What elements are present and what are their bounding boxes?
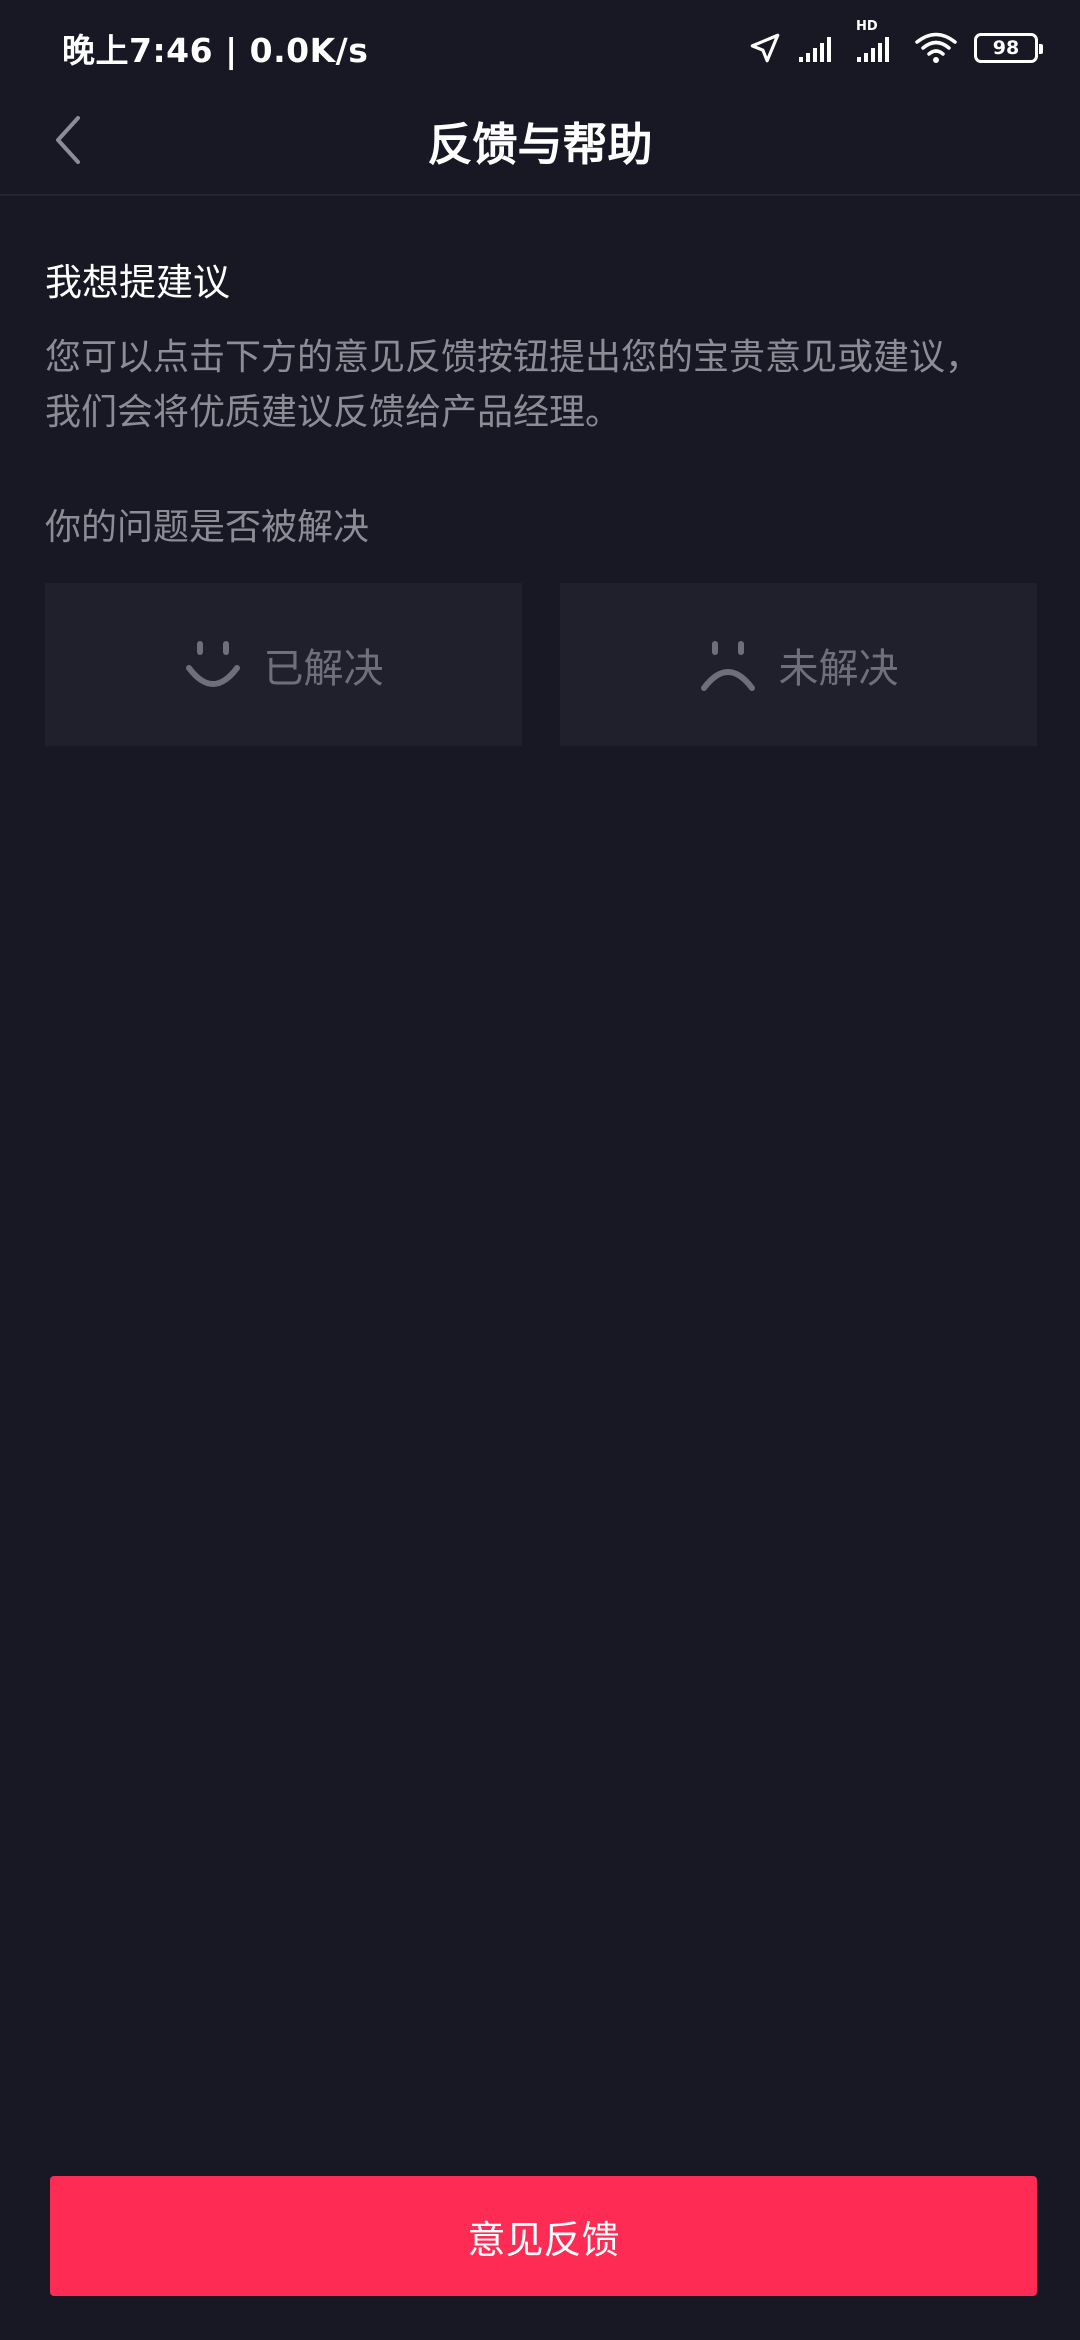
unresolved-label: 未解决 [778, 645, 899, 692]
status-bar: 晚上7:46 | 0.0K/s HD 98 [0, 0, 1080, 90]
feedback-help-screen: 晚上7:46 | 0.0K/s HD 98 反馈与帮助 我想提建议 您可以点击下… [0, 0, 1080, 2340]
nav-bar: 反馈与帮助 [0, 90, 1080, 196]
network-label: HD [856, 19, 878, 34]
signal-icon [798, 33, 840, 63]
resolved-button[interactable]: 已解决 [45, 583, 522, 746]
page-title: 反馈与帮助 [427, 118, 653, 171]
wifi-icon [914, 31, 958, 65]
battery-level: 98 [992, 36, 1020, 59]
feedback-button[interactable]: 意见反馈 [50, 2176, 1037, 2296]
smile-icon [184, 638, 242, 692]
status-time-speed: 晚上7:46 | 0.0K/s [62, 31, 369, 70]
suggestion-description: 您可以点击下方的意见反馈按钮提出您的宝贵意见或建议， 我们会将优质建议反馈给产品… [45, 337, 982, 433]
unresolved-button[interactable]: 未解决 [560, 583, 1037, 746]
suggestion-title: 我想提建议 [45, 261, 230, 304]
signal-hd-icon: HD [856, 19, 898, 63]
frown-icon [699, 638, 757, 692]
battery-icon: 98 [974, 33, 1043, 63]
status-icons: HD 98 [748, 19, 1043, 70]
resolved-label: 已解决 [263, 645, 384, 692]
resolution-question: 你的问题是否被解决 [45, 507, 370, 548]
location-arrow-icon [748, 31, 782, 65]
